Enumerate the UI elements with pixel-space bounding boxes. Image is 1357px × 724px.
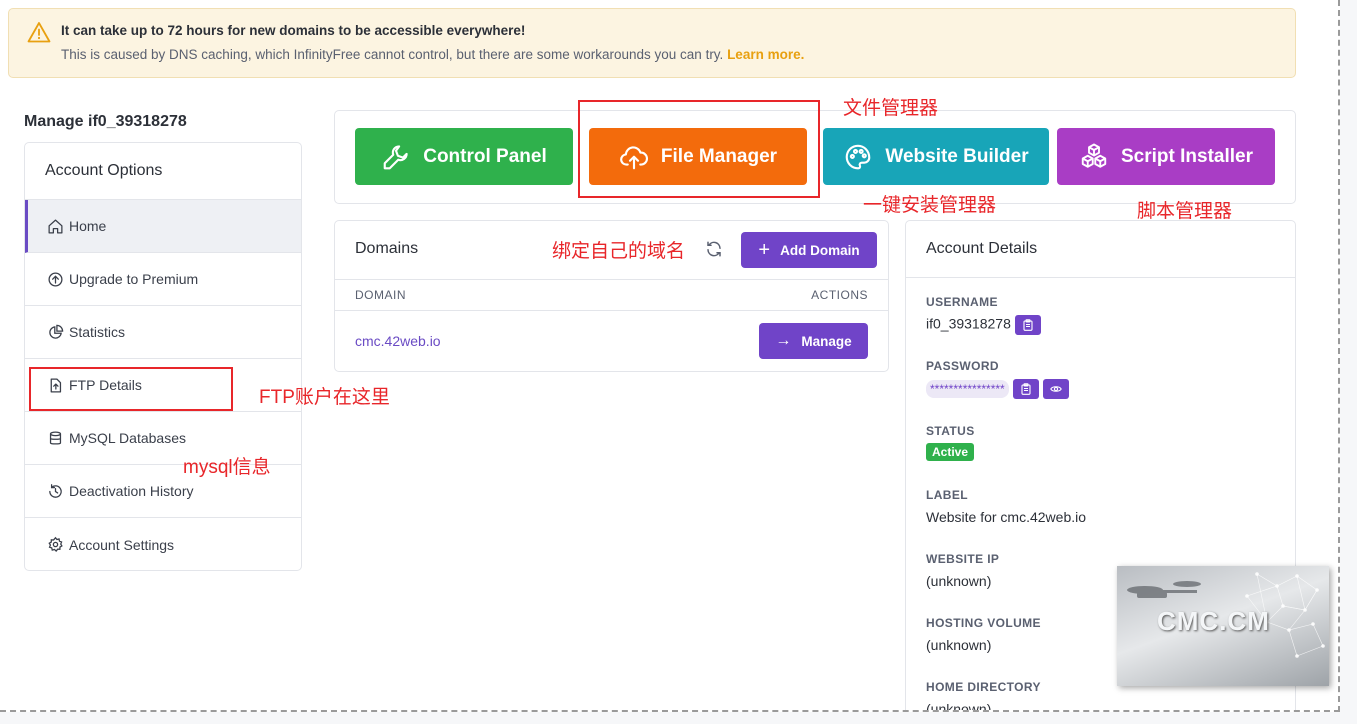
label-value: Website for cmc.42web.io	[926, 509, 1087, 525]
annotation-script-manager: 脚本管理器	[1137, 201, 1233, 222]
sidebar-item-upgrade[interactable]: Upgrade to Premium	[25, 253, 301, 306]
control-panel-button[interactable]: Control Panel	[355, 128, 573, 185]
manage-domain-button[interactable]: → Manage	[759, 323, 868, 359]
sidebar-item-label: MySQL Databases	[69, 430, 186, 446]
plus-icon: +	[758, 239, 771, 261]
sidebar-item-label: Deactivation History	[69, 483, 194, 499]
ftp-details-highlight-box	[29, 367, 233, 411]
password-masked: ****************	[926, 380, 1009, 398]
clipboard-icon	[1023, 319, 1033, 331]
domains-title: Domains	[355, 240, 419, 257]
wrench-icon	[383, 144, 408, 169]
gear-icon	[48, 536, 63, 552]
domains-table-header: DOMAIN ACTIONS	[335, 279, 888, 311]
manage-label: Manage	[801, 333, 852, 349]
copy-username-button[interactable]	[1014, 315, 1041, 335]
palette-icon	[846, 144, 871, 169]
annotation-file-manager: 文件管理器	[843, 98, 939, 119]
column-header-actions: ACTIONS	[811, 288, 868, 302]
sidebar-item-statistics[interactable]: Statistics	[25, 306, 301, 359]
arrow-up-circle-icon	[48, 271, 63, 287]
script-installer-button[interactable]: Script Installer	[1057, 128, 1275, 185]
home-directory-value: (unknown)	[926, 701, 992, 712]
alert-body: This is caused by DNS caching, which Inf…	[61, 47, 804, 62]
arrow-right-icon: →	[775, 332, 792, 349]
website-builder-button[interactable]: Website Builder	[823, 128, 1049, 185]
alert-title: It can take up to 72 hours for new domai…	[61, 23, 526, 38]
cubes-icon	[1081, 143, 1107, 168]
annotation-bind-domain: 绑定自己的域名	[552, 241, 686, 262]
username-value: if0_39318278	[926, 315, 1011, 332]
website-ip-label: WEBSITE IP	[926, 552, 1000, 566]
sidebar-item-home[interactable]: Home	[25, 200, 301, 253]
page-title: Manage if0_39318278	[24, 113, 187, 130]
annotation-one-click: 一键安装管理器	[863, 195, 997, 216]
warning-icon	[27, 22, 51, 43]
home-icon	[48, 218, 63, 234]
status-row: Active	[926, 443, 975, 461]
history-icon	[49, 483, 62, 498]
script-installer-label: Script Installer	[1121, 145, 1253, 167]
hosting-volume-value: (unknown)	[926, 637, 992, 653]
refresh-icon[interactable]	[705, 240, 723, 258]
username-label: USERNAME	[926, 295, 998, 309]
sidebar-item-account-settings[interactable]: Account Settings	[25, 518, 301, 570]
dns-alert: It can take up to 72 hours for new domai…	[8, 8, 1296, 78]
control-panel-label: Control Panel	[423, 145, 547, 167]
password-label: PASSWORD	[926, 359, 999, 373]
sidebar-item-label: Account Settings	[69, 536, 175, 553]
pie-chart-icon	[49, 324, 64, 339]
learn-more-link[interactable]: Learn more.	[727, 47, 804, 62]
copy-password-button[interactable]	[1012, 379, 1039, 399]
website-ip-value: (unknown)	[926, 573, 992, 589]
annotation-ftp: FTP账户在这里	[259, 387, 390, 408]
watermark: CMC.CM	[1117, 566, 1329, 686]
sidebar-item-label: Home	[69, 218, 107, 234]
sidebar-item-label: Statistics	[69, 324, 126, 340]
screenshot-frame: It can take up to 72 hours for new domai…	[0, 0, 1340, 712]
password-row: ****************	[926, 379, 1069, 399]
status-label: STATUS	[926, 424, 975, 438]
account-details-title: Account Details	[906, 221, 1295, 278]
clipboard-icon	[1021, 383, 1031, 395]
eye-icon	[1049, 386, 1062, 392]
watermark-text: CMC.CM	[1157, 606, 1270, 636]
home-directory-label: HOME DIRECTORY	[926, 680, 1041, 694]
annotation-mysql: mysql信息	[183, 457, 271, 478]
alert-body-text: This is caused by DNS caching, which Inf…	[61, 47, 728, 62]
add-domain-label: Add Domain	[780, 242, 860, 258]
account-options-sidebar: Account Options Home Upgrade to Premium …	[24, 142, 302, 571]
sidebar-heading: Account Options	[25, 143, 301, 200]
add-domain-button[interactable]: + Add Domain	[741, 232, 877, 268]
label-label: LABEL	[926, 488, 968, 502]
column-header-domain: DOMAIN	[355, 288, 406, 302]
sidebar-item-label: Upgrade to Premium	[69, 271, 199, 287]
show-password-button[interactable]	[1042, 379, 1069, 399]
database-icon	[49, 430, 62, 445]
status-badge: Active	[926, 443, 975, 461]
website-builder-label: Website Builder	[885, 145, 1029, 167]
username-row: if0_39318278	[926, 315, 1041, 335]
domain-link[interactable]: cmc.42web.io	[355, 333, 441, 349]
file-manager-highlight-box	[578, 100, 820, 198]
hosting-volume-label: HOSTING VOLUME	[926, 616, 1041, 630]
